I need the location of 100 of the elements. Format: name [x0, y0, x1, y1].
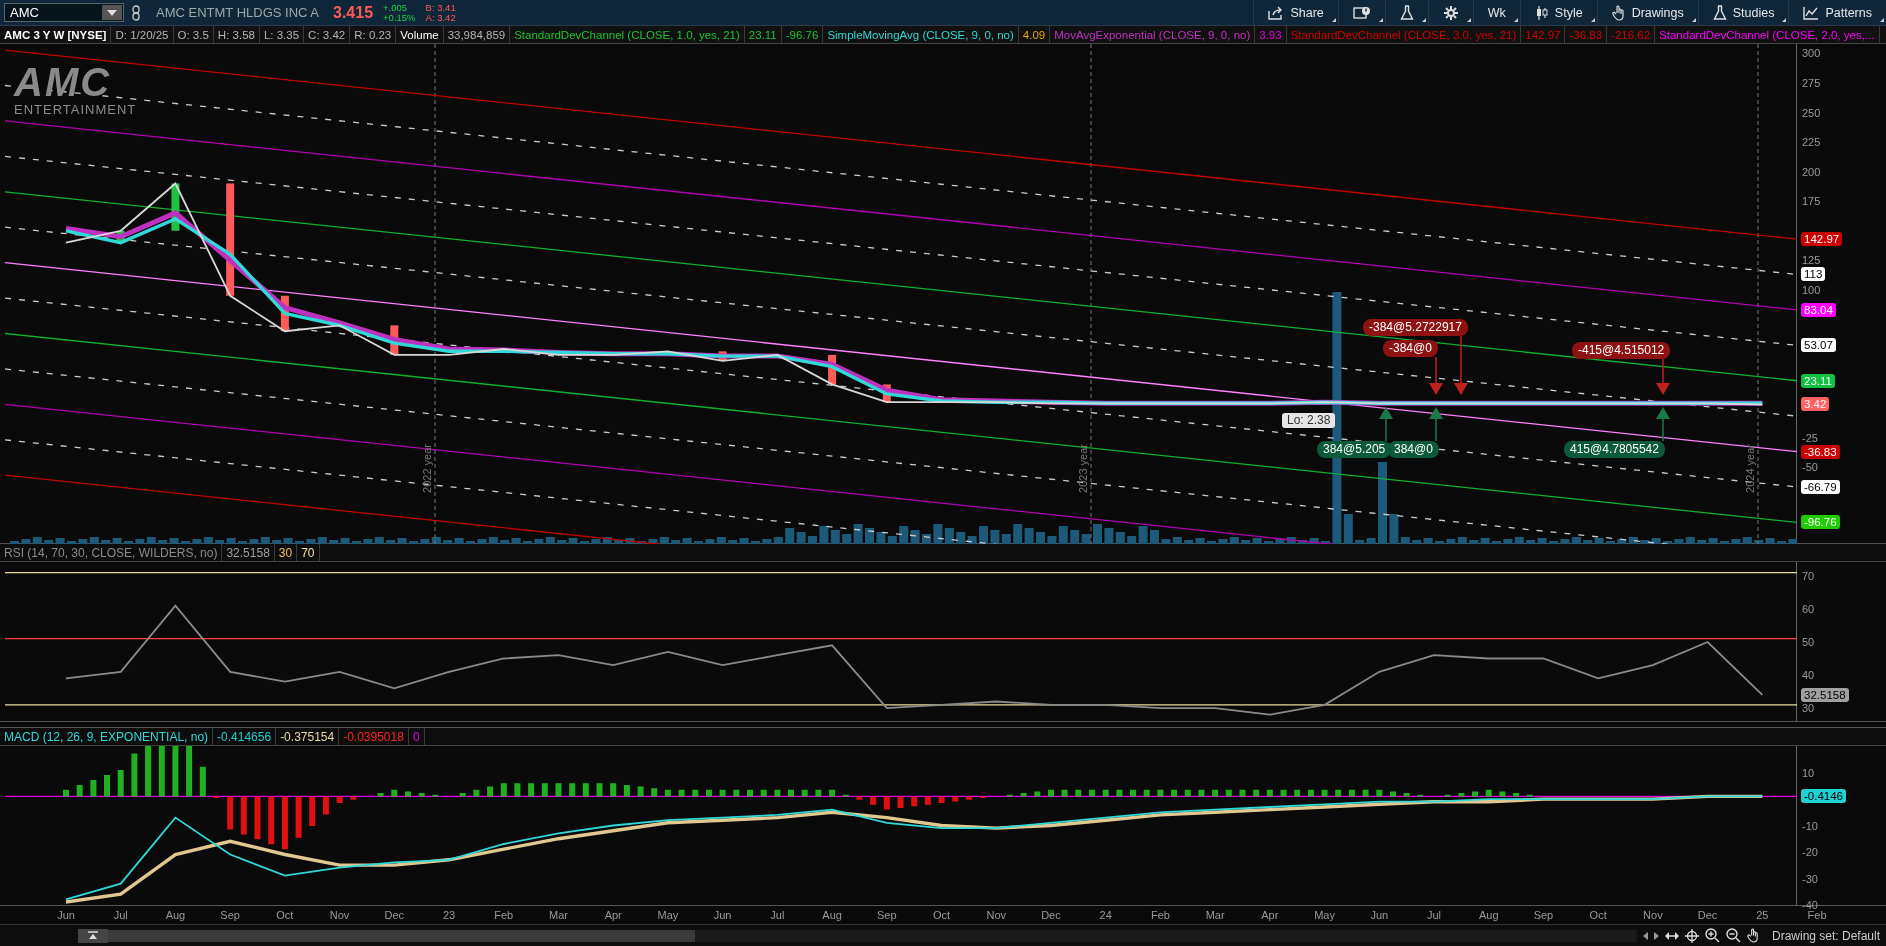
value-badge: 32.5158: [1801, 687, 1849, 702]
axis-tick: -10: [1802, 819, 1818, 832]
legend-item: StandardDevChannel (CLOSE, 3.0, yes, 21): [1286, 26, 1522, 43]
x-axis-label: Jun: [57, 909, 75, 921]
axis-tick: -50: [1802, 461, 1818, 474]
axis-tick: 250: [1802, 106, 1821, 119]
legend-item: Volume: [396, 26, 444, 43]
axis-tick: 30: [1802, 701, 1815, 714]
axis-tick: 100: [1802, 283, 1821, 296]
legend-item: R: 0.23: [350, 26, 397, 43]
x-axis-label: Jul: [770, 909, 785, 921]
axis-tick: 60: [1802, 602, 1815, 615]
price-badge: 23.11: [1801, 373, 1835, 388]
price-badge: 113: [1801, 267, 1826, 282]
net-change: +.005: [383, 2, 409, 13]
x-axis-label: Apr: [604, 909, 622, 921]
legend-item: MACD (12, 26, 9, EXPONENTIAL, no): [0, 728, 214, 745]
axis-tick: 175: [1802, 195, 1821, 208]
year-marker: 2023 year: [1077, 444, 1089, 493]
x-axis-label: Nov: [986, 909, 1006, 921]
legend-item: StandardDevChannel (CLOSE, 1.0, yes, 21): [510, 26, 745, 43]
axis-tick: 40: [1802, 668, 1815, 681]
axis-tick: 225: [1802, 136, 1821, 149]
x-axis-label: Feb: [1807, 909, 1827, 921]
year-marker: 2022 year: [421, 444, 433, 493]
last-price: 3.415: [333, 3, 374, 22]
price-badge: 83.04: [1801, 302, 1836, 317]
legend-item: 0: [408, 728, 425, 745]
x-axis-label: Oct: [932, 909, 951, 921]
axis-tick: 70: [1802, 569, 1815, 582]
x-axis-label: Feb: [494, 909, 514, 921]
company-name: AMC ENTMT HLDGS INC A: [156, 5, 319, 20]
legend-item: RSI (14, 70, 30, CLOSE, WILDERS, no): [0, 544, 223, 561]
ask-price: A: 3.42: [425, 12, 456, 23]
price-badge: -36.83: [1801, 444, 1840, 459]
x-axis-label: Jun: [713, 909, 732, 921]
axis-tick: -30: [1802, 872, 1818, 885]
price-badge: 3.42: [1801, 397, 1830, 411]
x-axis-label: Nov: [329, 909, 350, 921]
legend-item: L: 3.35: [259, 26, 305, 43]
x-axis-label: Feb: [1150, 909, 1170, 921]
legend-item: -0.414656: [213, 728, 277, 745]
x-axis-label: Sep: [1533, 909, 1554, 921]
x-axis-label: Sep: [877, 909, 897, 921]
axis-tick: -25: [1802, 431, 1818, 444]
x-axis-label: 25: [1756, 909, 1769, 921]
legend-item: H: 3.58: [213, 26, 260, 43]
legend-item: 70: [297, 544, 320, 561]
axis-tick: 50: [1802, 635, 1815, 648]
x-axis-label: Dec: [1697, 909, 1718, 921]
logo-tagline: ENTERTAINMENT: [14, 102, 137, 117]
x-axis-label: Oct: [1589, 909, 1607, 921]
drawing-set-label: Drawing set: Default: [1772, 928, 1881, 943]
x-axis-label: Apr: [1261, 909, 1279, 921]
price-badge: -66.79: [1801, 480, 1840, 494]
legend-item: C: 3.42: [304, 26, 351, 43]
x-axis-label: 24: [1099, 909, 1112, 921]
legend-item: 3.93: [1255, 26, 1287, 43]
legend-item: -96.76: [781, 26, 824, 43]
bid-price: B: 3.41: [425, 2, 456, 13]
x-axis-label: Aug: [1478, 909, 1499, 921]
legend-item: 33,984,859: [443, 26, 511, 43]
axis-tick: 300: [1802, 47, 1821, 60]
x-axis-label: May: [657, 909, 679, 921]
axis-tick: -40: [1802, 899, 1818, 912]
axis-tick: -20: [1802, 846, 1818, 859]
percent-change: +0.15%: [383, 12, 416, 23]
x-axis-label: 23: [442, 909, 456, 921]
price-badge: -96.76: [1801, 515, 1840, 530]
axis-tick: 275: [1802, 77, 1821, 89]
company-logo: AMC: [14, 62, 113, 102]
x-axis-label: Mar: [549, 909, 568, 921]
axis-tick: 200: [1802, 165, 1821, 178]
axis-tick: 10: [1802, 767, 1815, 779]
legend-item: StandardDevChannel (CLOSE, 2.0, yes,...: [1655, 26, 1880, 43]
value-badge: -0.4146: [1801, 789, 1846, 804]
x-axis-label: Oct: [276, 909, 294, 921]
legend-item: SimpleMovingAvg (CLOSE, 9, 0, no): [823, 26, 1019, 43]
legend-item: -36.83: [1565, 26, 1608, 43]
legend-item: -216.62: [1607, 26, 1656, 43]
year-marker: 2024 year: [1744, 444, 1756, 493]
legend-item: MovAvgExponential (CLOSE, 9, 0, no): [1050, 26, 1256, 43]
legend-item: -0.375154: [276, 728, 340, 745]
x-axis-label: Jul: [1426, 909, 1442, 921]
x-axis-label: Dec: [384, 909, 405, 921]
low-label: Lo: 2.38: [1282, 413, 1336, 428]
x-axis-label: Dec: [1041, 909, 1061, 921]
x-axis-label: Aug: [822, 909, 842, 921]
x-axis-label: Aug: [165, 909, 186, 921]
legend-item: O: 3.5: [173, 26, 214, 43]
legend-item: 30: [274, 544, 298, 561]
axis-tick: 125: [1802, 254, 1821, 267]
price-badge: 142.97: [1801, 232, 1843, 247]
x-axis-label: Jul: [113, 909, 128, 921]
x-axis-label: Sep: [220, 909, 240, 921]
legend-item: D: 1/20/25: [111, 26, 174, 43]
legend-item: 142.97: [1521, 26, 1566, 43]
legend-item: 23.11: [744, 26, 782, 43]
x-axis-label: Mar: [1205, 909, 1225, 921]
x-axis-label: May: [1314, 909, 1335, 921]
